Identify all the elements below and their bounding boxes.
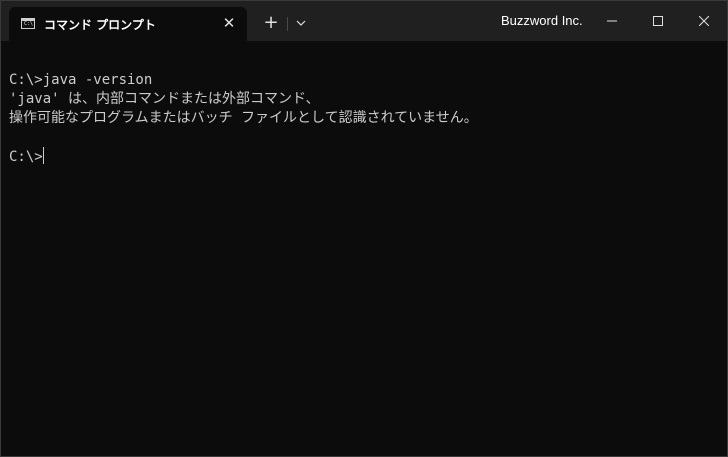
terminal-prompt: C:\> [9, 149, 43, 165]
command-prompt-icon-text: C:\ [24, 21, 34, 27]
terminal-line: C:\>java -version [9, 72, 153, 88]
close-window-button[interactable] [681, 1, 727, 41]
close-icon [699, 16, 709, 26]
tab-divider [287, 17, 288, 31]
tab-title: コマンド プロンプト [44, 18, 156, 32]
title-bar[interactable]: C:\ コマンド プロンプト ✕ + Buzzword Inc. [1, 1, 727, 41]
minimize-button[interactable] [589, 1, 635, 41]
terminal-line: 操作可能なプログラムまたはバッチ ファイルとして認識されていません。 [9, 110, 478, 126]
new-tab-button[interactable]: + [259, 11, 283, 35]
maximize-button[interactable] [635, 1, 681, 41]
chevron-down-icon [296, 20, 306, 26]
tab-close-icon[interactable]: ✕ [219, 13, 239, 33]
terminal-line: 'java' は、内部コマンドまたは外部コマンド、 [9, 91, 320, 107]
tab-command-prompt[interactable]: C:\ コマンド プロンプト ✕ [9, 7, 247, 41]
command-prompt-icon: C:\ [21, 18, 35, 29]
terminal-prompt-line[interactable]: C:\> [9, 147, 727, 166]
brand-label: Buzzword Inc. [501, 13, 583, 28]
tab-dropdown-button[interactable] [291, 11, 311, 35]
terminal-window: C:\ コマンド プロンプト ✕ + Buzzword Inc. C:\>jav… [0, 0, 728, 457]
minimize-icon [607, 20, 617, 22]
text-cursor [42, 147, 44, 164]
terminal-output[interactable]: C:\>java -version 'java' は、内部コマンドまたは外部コマ… [1, 41, 727, 456]
maximize-icon [653, 16, 663, 26]
